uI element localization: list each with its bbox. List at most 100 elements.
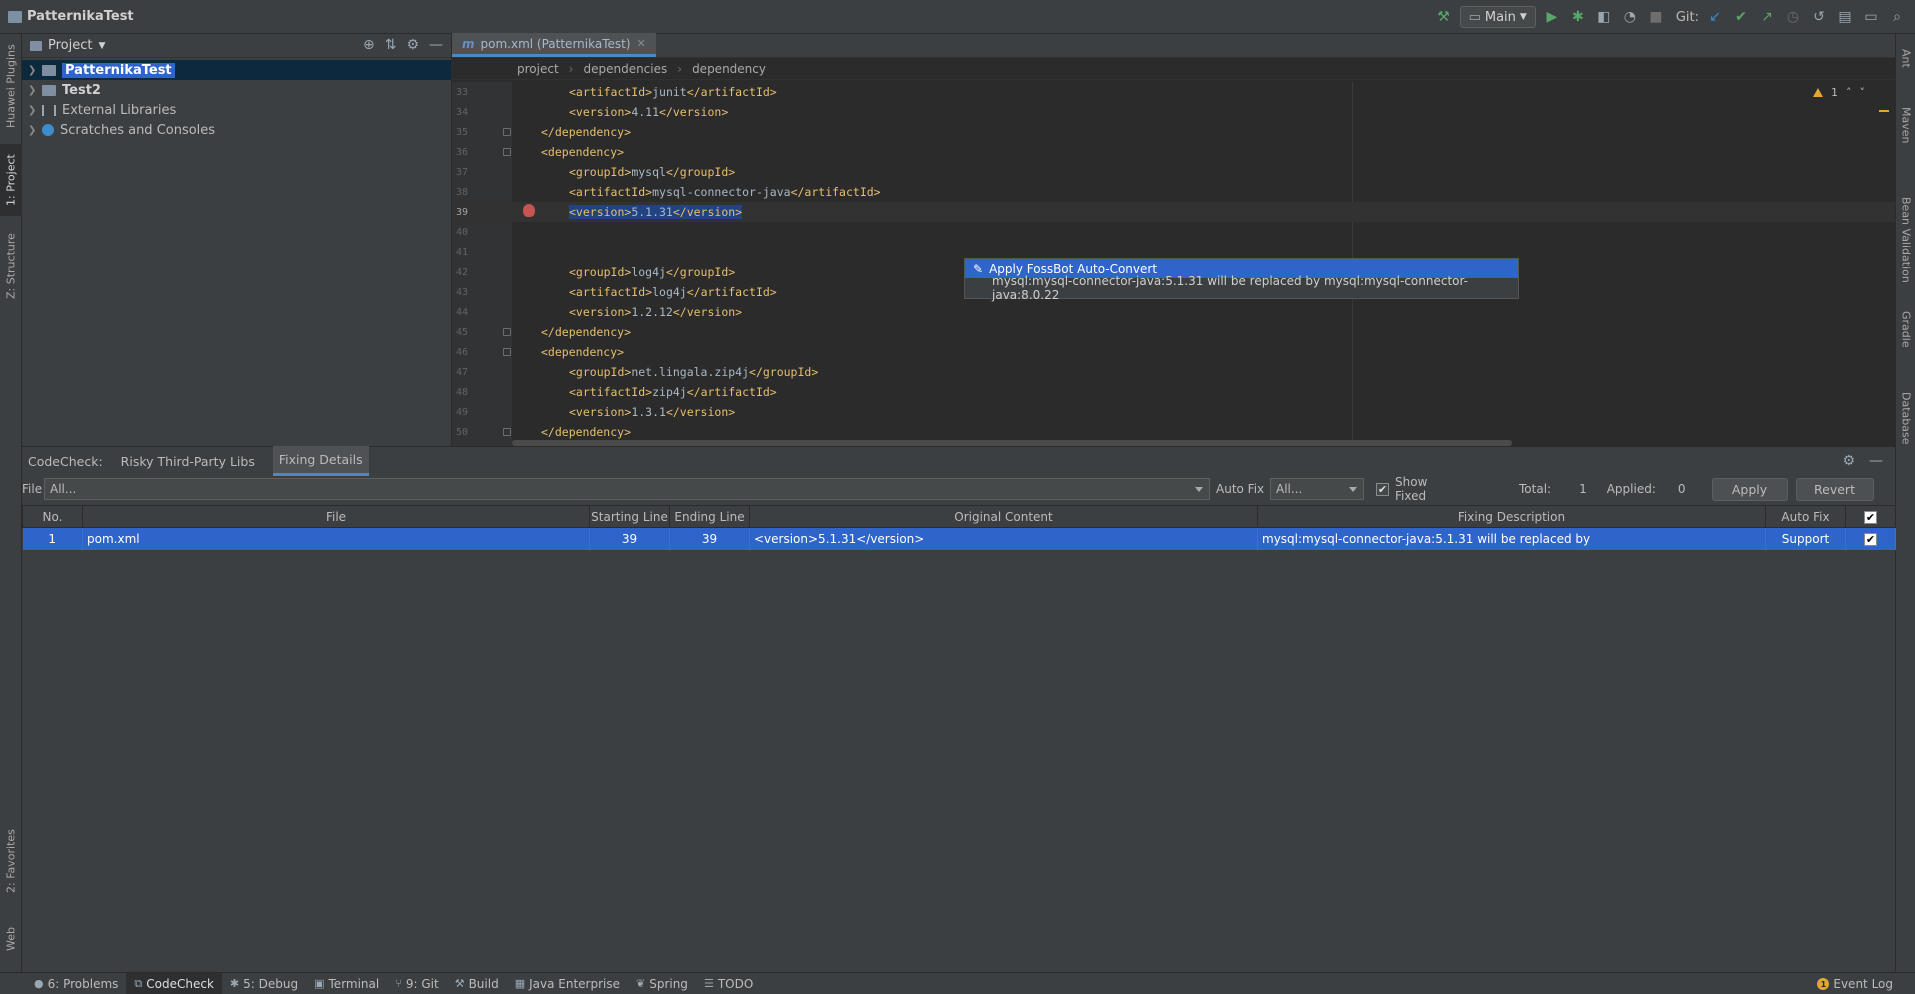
status-tab-debug[interactable]: ✱ 5: Debug bbox=[222, 973, 306, 994]
code-line[interactable]: 45 </dependency> bbox=[452, 322, 1895, 342]
tab-maven[interactable]: Maven bbox=[1896, 90, 1915, 160]
popup-item-detail[interactable]: mysql:mysql-connector-java:5.1.31 will b… bbox=[965, 274, 1518, 302]
intention-bulb-icon[interactable] bbox=[523, 204, 535, 217]
code-line[interactable]: 35 </dependency> bbox=[452, 122, 1895, 142]
scratches-icon bbox=[42, 124, 54, 136]
tab-fixing-details[interactable]: Fixing Details bbox=[272, 446, 369, 476]
column-header-file[interactable]: File bbox=[82, 505, 590, 528]
status-tab-codecheck[interactable]: ⧉ CodeCheck bbox=[126, 972, 222, 994]
code-line[interactable]: 47 <groupId>net.lingala.zip4j</groupId> bbox=[452, 362, 1895, 382]
status-tab-git[interactable]: ⑂ 9: Git bbox=[387, 973, 446, 994]
git-commit-icon[interactable]: ✔ bbox=[1731, 7, 1751, 27]
tree-item-external-libraries[interactable]: ❯ External Libraries bbox=[22, 100, 451, 120]
code-line[interactable]: 38 <artifactId>mysql-connector-java</arti… bbox=[452, 182, 1895, 202]
column-header-no[interactable]: No. bbox=[22, 505, 83, 528]
tab-risky-third-party-libs[interactable]: Risky Third-Party Libs bbox=[121, 454, 255, 469]
history-icon[interactable]: ◷ bbox=[1783, 7, 1803, 27]
fold-marker-icon[interactable] bbox=[503, 328, 511, 336]
code-line[interactable]: 39 <version>5.1.31</version> bbox=[452, 202, 1895, 222]
code-line[interactable]: 44 <version>1.2.12</version> bbox=[452, 302, 1895, 322]
debug-icon[interactable]: ✱ bbox=[1568, 7, 1588, 27]
gear-icon[interactable]: ⚙ bbox=[406, 37, 419, 53]
code-line[interactable]: 37 <groupId>mysql</groupId> bbox=[452, 162, 1895, 182]
status-tab-problems[interactable]: ● 6: Problems bbox=[26, 973, 126, 994]
tab-structure[interactable]: Z: Structure bbox=[0, 226, 22, 306]
right-tool-strip: Ant Maven Bean Validation Gradle Databas… bbox=[1895, 34, 1915, 972]
row-checkbox-cell[interactable]: ✔ bbox=[1845, 527, 1896, 550]
run-icon[interactable]: ▶ bbox=[1542, 7, 1562, 27]
collapse-all-icon[interactable]: ⇅ bbox=[385, 37, 397, 53]
status-tab-build[interactable]: ⚒ Build bbox=[447, 973, 507, 994]
tab-favorites[interactable]: 2: Favorites bbox=[0, 816, 22, 906]
status-tab-java-enterprise[interactable]: ▦ Java Enterprise bbox=[507, 973, 628, 994]
locate-icon[interactable]: ⊕ bbox=[363, 37, 375, 53]
run-config-select[interactable]: ▭ Main ▼ bbox=[1459, 6, 1536, 28]
code-line[interactable]: 49 <version>1.3.1</version> bbox=[452, 402, 1895, 422]
chevron-right-icon[interactable]: ❯ bbox=[28, 125, 42, 136]
column-header-ending-line[interactable]: Ending Line bbox=[669, 505, 750, 528]
breadcrumb-item[interactable]: dependencies bbox=[583, 62, 667, 76]
autofix-filter-select[interactable]: All... bbox=[1270, 478, 1364, 500]
tab-bean-validation[interactable]: Bean Validation bbox=[1896, 170, 1915, 310]
fold-marker-icon[interactable] bbox=[503, 148, 511, 156]
profile-icon[interactable]: ◔ bbox=[1620, 7, 1640, 27]
breadcrumb-item[interactable]: dependency bbox=[692, 62, 766, 76]
code-line[interactable]: 34 <version>4.11</version> bbox=[452, 102, 1895, 122]
code-line[interactable]: 33 <artifactId>junit</artifactId> bbox=[452, 82, 1895, 102]
tab-gradle[interactable]: Gradle bbox=[1896, 294, 1915, 364]
search-icon[interactable]: ⌕ bbox=[1887, 7, 1907, 27]
tree-item-scratches[interactable]: ❯ Scratches and Consoles bbox=[22, 120, 451, 140]
minimize-icon[interactable]: — bbox=[429, 37, 443, 53]
tree-item-label: External Libraries bbox=[62, 102, 177, 118]
code-line[interactable]: 36 <dependency> bbox=[452, 142, 1895, 162]
fold-marker-icon[interactable] bbox=[503, 348, 511, 356]
tab-project[interactable]: 1: Project bbox=[0, 144, 22, 216]
select-all-checkbox-cell[interactable]: ✔ bbox=[1845, 505, 1896, 528]
column-header-starting-line[interactable]: Starting Line bbox=[589, 505, 670, 528]
code-line[interactable]: 40 bbox=[452, 222, 1895, 242]
breadcrumb-item[interactable]: project bbox=[517, 62, 559, 76]
stop-icon[interactable]: ■ bbox=[1646, 7, 1666, 27]
project-folder-icon bbox=[8, 10, 22, 23]
git-push-icon[interactable]: ↗ bbox=[1757, 7, 1777, 27]
fold-marker-icon[interactable] bbox=[503, 128, 511, 136]
tab-web[interactable]: Web bbox=[0, 914, 22, 964]
project-structure-icon[interactable]: ▤ bbox=[1835, 7, 1855, 27]
row-checkbox[interactable]: ✔ bbox=[1864, 532, 1877, 546]
revert-button[interactable]: Revert bbox=[1795, 477, 1874, 501]
tab-huawei-plugins[interactable]: Huawei Plugins bbox=[0, 40, 22, 132]
column-header-auto-fix[interactable]: Auto Fix bbox=[1765, 505, 1846, 528]
column-header-fixing-description[interactable]: Fixing Description bbox=[1257, 505, 1766, 528]
tree-item-patternikatest[interactable]: ❯ PatternikaTest bbox=[22, 60, 451, 80]
file-filter-select[interactable]: All... bbox=[44, 478, 1210, 500]
status-tab-terminal[interactable]: ▣ Terminal bbox=[306, 973, 387, 994]
status-tab-spring[interactable]: ❦ Spring bbox=[628, 973, 696, 994]
tab-ant[interactable]: Ant bbox=[1896, 38, 1915, 78]
column-header-original-content[interactable]: Original Content bbox=[749, 505, 1258, 528]
chevron-right-icon[interactable]: ❯ bbox=[28, 65, 42, 76]
tab-database[interactable]: Database bbox=[1896, 370, 1915, 466]
rollback-icon[interactable]: ↺ bbox=[1809, 7, 1829, 27]
close-icon[interactable]: ✕ bbox=[637, 37, 646, 50]
tab-pom-xml[interactable]: m pom.xml (PatternikaTest) ✕ bbox=[452, 33, 656, 57]
gear-icon[interactable]: ⚙ bbox=[1842, 453, 1855, 469]
code-line[interactable]: 50 </dependency> bbox=[452, 422, 1895, 442]
minimize-icon[interactable]: — bbox=[1869, 453, 1883, 469]
code-line[interactable]: 48 <artifactId>zip4j</artifactId> bbox=[452, 382, 1895, 402]
chevron-right-icon[interactable]: ❯ bbox=[28, 105, 42, 116]
tree-item-test2[interactable]: ❯ Test2 bbox=[22, 80, 451, 100]
fold-marker-icon[interactable] bbox=[503, 428, 511, 436]
presentation-icon[interactable]: ▭ bbox=[1861, 7, 1881, 27]
table-row[interactable]: 1 pom.xml 39 39 <version>5.1.31</version… bbox=[22, 527, 1896, 550]
apply-button[interactable]: Apply bbox=[1711, 477, 1788, 501]
code-line[interactable]: 46 <dependency> bbox=[452, 342, 1895, 362]
coverage-icon[interactable]: ◧ bbox=[1594, 7, 1614, 27]
status-tab-todo[interactable]: ☰ TODO bbox=[696, 973, 761, 994]
project-view-select[interactable]: Project ▼ bbox=[30, 38, 105, 53]
git-update-icon[interactable]: ↙ bbox=[1705, 7, 1725, 27]
show-fixed-checkbox[interactable]: ✔ bbox=[1376, 482, 1389, 496]
select-all-checkbox[interactable]: ✔ bbox=[1864, 510, 1877, 524]
build-hammer-icon[interactable]: ⚒ bbox=[1434, 7, 1454, 27]
event-log-button[interactable]: 1 Event Log bbox=[1817, 973, 1893, 994]
chevron-right-icon[interactable]: ❯ bbox=[28, 85, 42, 96]
